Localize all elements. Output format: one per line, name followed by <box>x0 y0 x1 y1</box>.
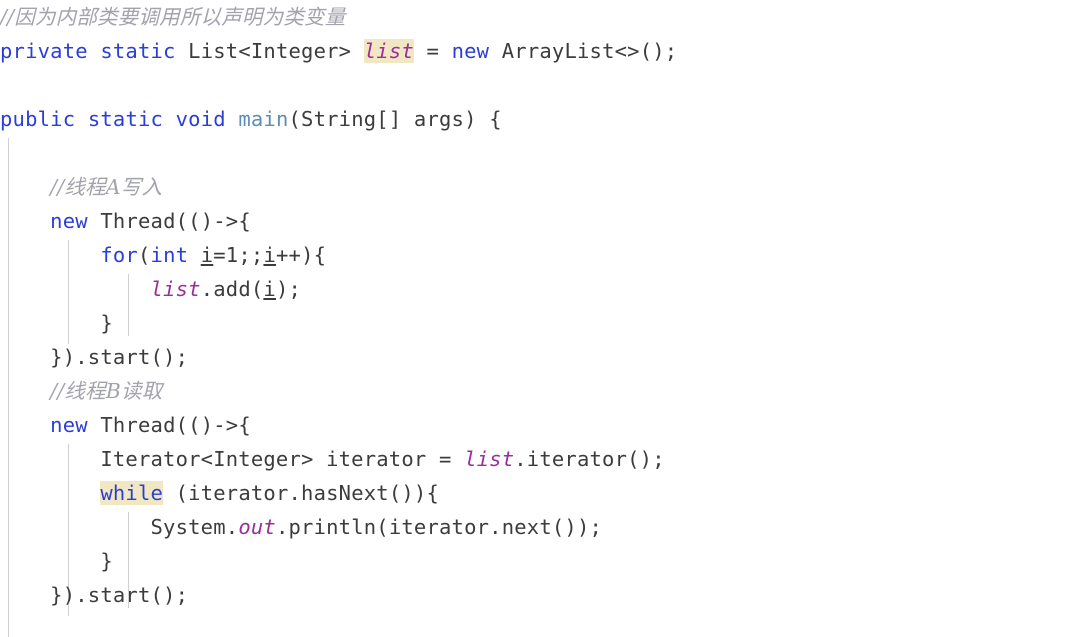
code-block[interactable]: //因为内部类要调用所以声明为类变量 private static List<In… <box>0 0 1080 612</box>
token-kw: int <box>150 243 189 267</box>
token-cmt: //线程A写入 <box>50 175 163 199</box>
code-line[interactable]: public static void main(String[] args) { <box>0 102 1080 136</box>
token-fld: list <box>363 39 414 63</box>
token-meth: main <box>238 107 289 131</box>
token-lvar: i <box>263 277 276 301</box>
code-line[interactable]: private static List<Integer> list = new … <box>0 34 1080 68</box>
token-kw: new <box>50 209 88 233</box>
code-line[interactable]: while (iterator.hasNext()){ <box>0 476 1080 510</box>
token-kw: while <box>100 481 164 505</box>
token-plain: =1;; <box>213 243 264 267</box>
token-kw: private <box>0 39 88 63</box>
token-fld: list <box>150 277 201 301</box>
token-fld: list <box>464 447 515 471</box>
token-kw: static <box>100 39 176 63</box>
code-line[interactable]: new Thread(()->{ <box>0 204 1080 238</box>
token-plain: ); <box>275 277 302 301</box>
token-plain: ++){ <box>275 243 327 267</box>
token-lvar: i <box>263 243 276 267</box>
code-line[interactable]: }).start(); <box>0 340 1080 374</box>
token-plain: } <box>100 549 113 573</box>
code-line[interactable]: //线程A写入 <box>0 170 1080 204</box>
token-kw: void <box>175 107 226 131</box>
token-plain: }).start(); <box>50 345 189 369</box>
token-fld: out <box>238 515 276 539</box>
token-plain: } <box>100 311 113 335</box>
code-line[interactable]: list.add(i); <box>0 272 1080 306</box>
token-plain: ArrayList<>(); <box>489 39 678 63</box>
token-plain: List<Integer> <box>188 39 364 63</box>
token-cmt: //线程B读取 <box>50 379 163 403</box>
token-plain: (String[] args) { <box>288 107 502 131</box>
token-plain: .add( <box>200 277 264 301</box>
code-line[interactable]: } <box>0 544 1080 578</box>
token-plain: = <box>413 39 452 63</box>
code-line[interactable]: //因为内部类要调用所以声明为类变量 <box>0 0 1080 34</box>
token-kw: static <box>87 107 164 131</box>
code-line[interactable] <box>0 68 1080 102</box>
token-plain: .println(iterator.next()); <box>275 515 603 539</box>
token-lvar: i <box>200 243 214 267</box>
token-plain: Thread(()->{ <box>87 209 251 233</box>
code-line[interactable] <box>0 136 1080 170</box>
token-kw: new <box>50 413 88 437</box>
code-line[interactable]: for(int i=1;;i++){ <box>0 238 1080 272</box>
token-plain: Iterator<Integer> iterator = <box>100 447 465 471</box>
token-plain: (iterator.hasNext()){ <box>163 481 439 505</box>
code-editor[interactable]: //因为内部类要调用所以声明为类变量 private static List<In… <box>0 0 1080 637</box>
token-kw: new <box>451 39 490 63</box>
code-line[interactable]: System.out.println(iterator.next()); <box>0 510 1080 544</box>
token-plain: .iterator(); <box>514 447 665 471</box>
token-kw: public <box>0 107 76 131</box>
token-plain: ( <box>137 243 151 267</box>
token-plain: System. <box>150 515 239 539</box>
token-plain: }).start(); <box>50 583 189 607</box>
code-line[interactable]: }).start(); <box>0 578 1080 612</box>
code-line[interactable]: Iterator<Integer> iterator = list.iterat… <box>0 442 1080 476</box>
token-cmt: //因为内部类要调用所以声明为类变量 <box>0 5 346 29</box>
code-line[interactable]: new Thread(()->{ <box>0 408 1080 442</box>
token-plain: Thread(()->{ <box>87 413 251 437</box>
token-kw: for <box>100 243 138 267</box>
code-line[interactable]: //线程B读取 <box>0 374 1080 408</box>
code-line[interactable]: } <box>0 306 1080 340</box>
